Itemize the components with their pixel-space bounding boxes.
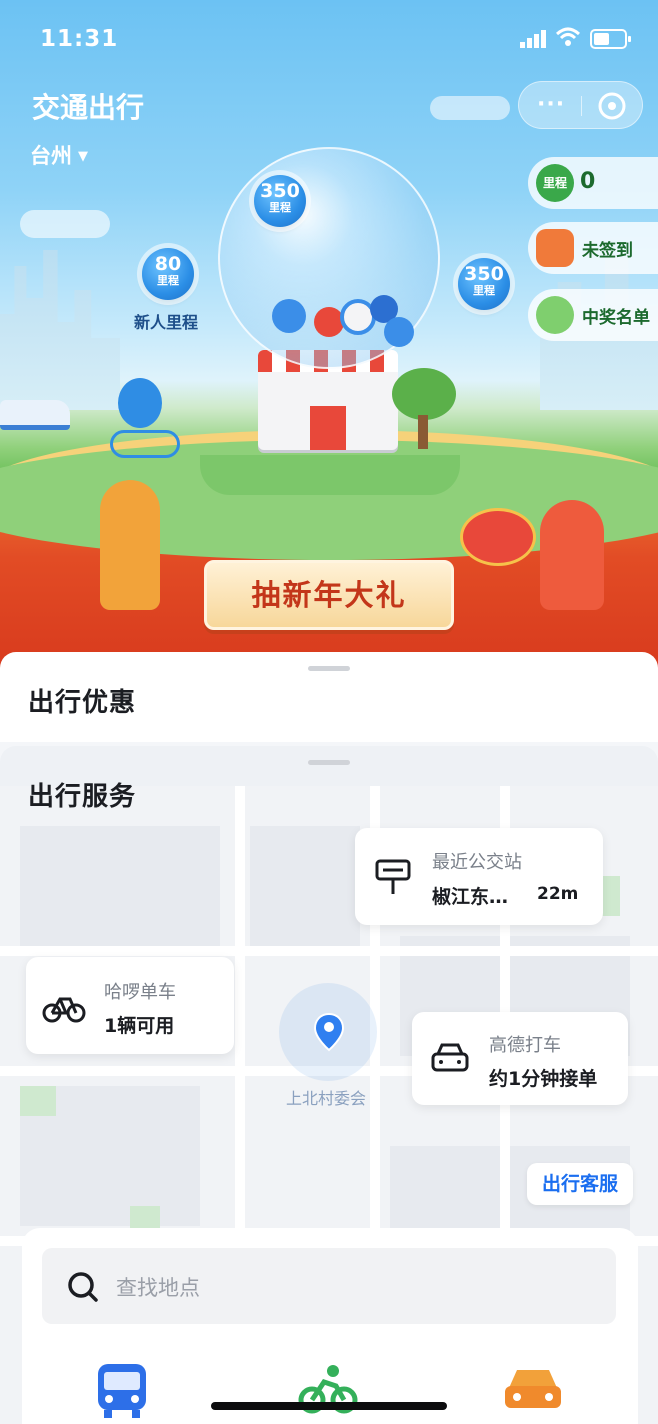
deals-card[interactable]: 出行优惠 xyxy=(0,652,658,742)
drag-handle[interactable] xyxy=(308,760,350,765)
ball-decoration xyxy=(272,299,306,333)
calendar-icon xyxy=(536,229,574,267)
mileage-badge-icon: 里程 xyxy=(536,164,574,202)
bubble-value: 350 xyxy=(464,263,504,285)
search-placeholder: 查找地点 xyxy=(116,1276,200,1300)
bubble-unit: 里程 xyxy=(157,274,179,287)
location-label: 上北村委会 xyxy=(286,1089,367,1108)
bike-title: 哈啰单车 xyxy=(104,982,176,1003)
close-miniapp-icon[interactable] xyxy=(597,91,627,121)
mileage-count: 0 xyxy=(580,169,596,194)
car-icon[interactable] xyxy=(503,1362,563,1416)
bus-stop-name: 椒江东… xyxy=(432,886,509,908)
map-block xyxy=(20,826,220,946)
tree-illustration xyxy=(392,368,456,420)
bike-illustration xyxy=(110,430,180,458)
mileage-sphere[interactable] xyxy=(218,147,440,369)
miniapp-capsule: ··· xyxy=(518,81,643,129)
status-bar: 11:31 xyxy=(0,26,658,56)
mileage-pill[interactable]: 里程 0 xyxy=(528,157,658,209)
map-park xyxy=(600,876,620,916)
kid-illustration xyxy=(100,480,160,610)
winners-label: 中奖名单 xyxy=(582,308,650,328)
lottery-button[interactable]: 抽新年大礼 xyxy=(204,560,454,630)
home-indicator[interactable] xyxy=(211,1402,447,1410)
bubble-unit: 里程 xyxy=(473,284,495,297)
search-input[interactable]: 查找地点 xyxy=(42,1248,616,1324)
caret-down-icon: ▼ xyxy=(78,149,88,164)
mileage-bubble[interactable]: 350 里程 xyxy=(458,258,510,310)
bus-stop-title: 最近公交站 xyxy=(432,852,522,873)
map-park xyxy=(20,1086,56,1116)
ball-decoration xyxy=(384,317,414,347)
search-icon xyxy=(68,1272,98,1302)
cloud-decoration xyxy=(430,96,510,120)
tree-illustration xyxy=(418,415,428,449)
bubble-unit: 里程 xyxy=(269,201,291,214)
page-title: 交通出行 xyxy=(32,91,145,124)
city-name: 台州 xyxy=(30,144,72,168)
bike-status: 1辆可用 xyxy=(104,1015,175,1037)
mileage-bubble[interactable]: 350 里程 xyxy=(254,175,306,227)
bubble-value: 80 xyxy=(154,253,182,275)
map-road xyxy=(0,946,658,956)
train-illustration xyxy=(0,400,70,430)
location-pin-icon[interactable] xyxy=(314,1012,344,1052)
capsule-divider xyxy=(581,96,582,116)
bubble-value: 350 xyxy=(260,180,300,202)
mileage-bubble[interactable]: 80 里程 xyxy=(142,248,194,300)
bus-icon[interactable] xyxy=(96,1362,148,1418)
deals-section-title: 出行优惠 xyxy=(28,688,137,718)
lantern-illustration xyxy=(460,508,536,566)
bike-card[interactable]: 哈啰单车 1辆可用 xyxy=(26,957,234,1054)
new-user-mileage-label: 新人里程 xyxy=(134,313,199,332)
more-menu-button[interactable]: ··· xyxy=(537,92,565,117)
bicycle-icon xyxy=(42,997,86,1023)
status-time: 11:31 xyxy=(40,26,119,52)
winners-mascot-icon xyxy=(536,296,574,334)
grass-platform xyxy=(200,455,460,495)
girl-illustration xyxy=(540,500,604,610)
car-icon xyxy=(431,1043,469,1072)
wifi-icon xyxy=(555,27,581,46)
bus-stop-card[interactable]: 最近公交站 椒江东… 22m xyxy=(355,828,603,925)
taxi-card[interactable]: 高德打车 约1分钟接单 xyxy=(412,1012,628,1105)
services-section-title: 出行服务 xyxy=(28,782,137,812)
signal-icon xyxy=(520,30,546,48)
bus-stop-distance: 22m xyxy=(537,884,579,904)
cloud-decoration xyxy=(20,210,110,238)
taxi-title: 高德打车 xyxy=(489,1035,561,1056)
drag-handle[interactable] xyxy=(308,666,350,671)
ball-decoration xyxy=(314,307,344,337)
map-block xyxy=(250,826,360,946)
bus-stop-icon xyxy=(375,859,411,894)
customer-service-button[interactable]: 出行客服 xyxy=(527,1163,633,1205)
mascot-illustration xyxy=(118,378,162,428)
checkin-label: 未签到 xyxy=(582,241,633,261)
battery-icon xyxy=(590,29,631,49)
hero-banner: 350 里程 80 里程 新人里程 350 里程 抽新年大礼 11:31 交通出… xyxy=(0,0,658,680)
winners-pill[interactable]: 中奖名单 xyxy=(528,289,658,341)
lottery-button-label: 抽新年大礼 xyxy=(251,578,407,612)
city-selector[interactable]: 台州 ▼ xyxy=(30,140,88,170)
city-skyline xyxy=(0,250,120,410)
taxi-status: 约1分钟接单 xyxy=(489,1068,598,1090)
checkin-pill[interactable]: 未签到 xyxy=(528,222,658,274)
